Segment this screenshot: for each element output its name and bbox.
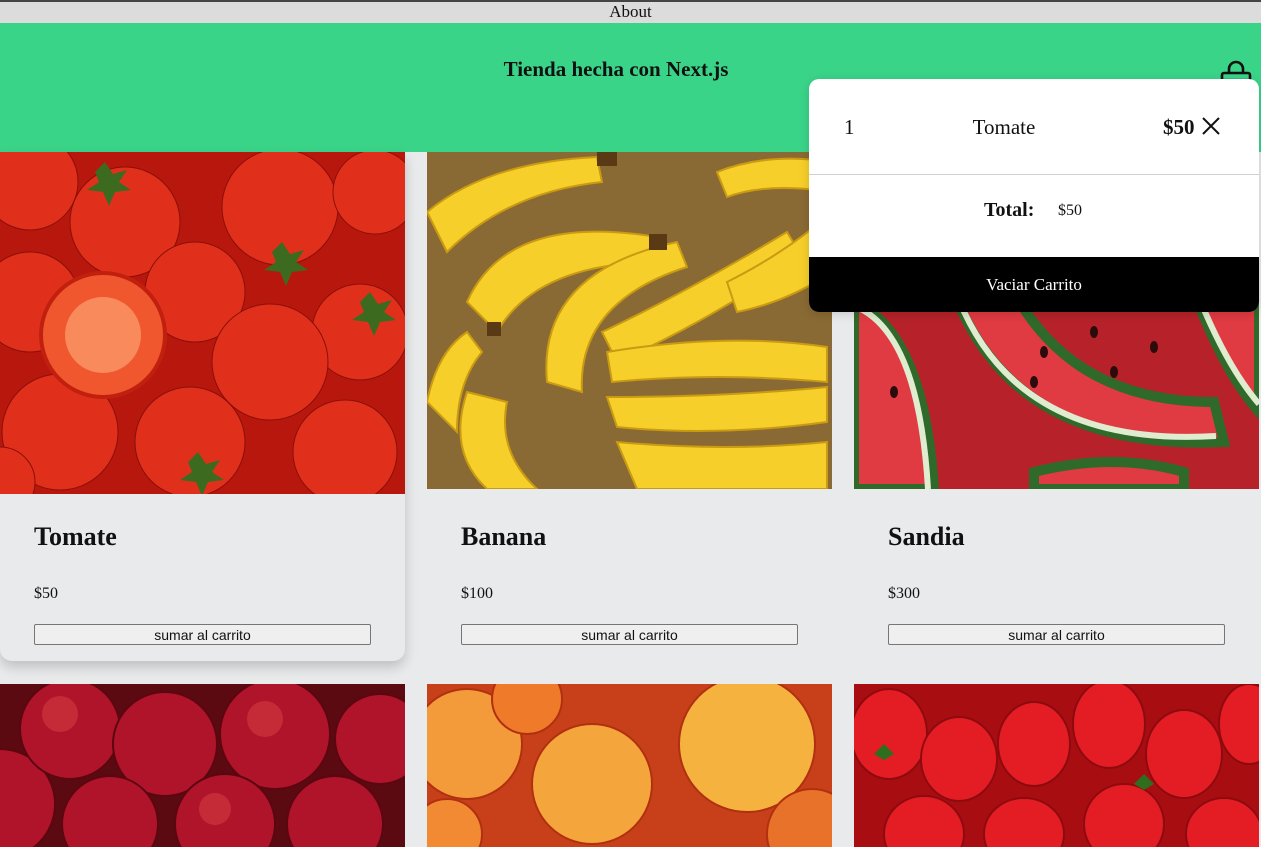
product-price: $300 [888, 585, 920, 602]
cart-total-label: Total: [984, 199, 1035, 221]
product-price: $50 [34, 585, 58, 602]
product-name: Sandia [888, 522, 965, 551]
cart-item-name: Tomate [972, 115, 1036, 139]
cart-item: 1 Tomate $50 [809, 79, 1259, 175]
product-image [0, 152, 405, 494]
product-image [854, 684, 1259, 847]
add-to-cart-button[interactable]: sumar al carrito [34, 624, 371, 645]
product-image [427, 684, 832, 847]
cart-total: Total: $50 [809, 199, 1259, 223]
product-card [427, 684, 832, 847]
product-name: Banana [461, 522, 547, 551]
product-card: Tomate $50 sumar al carrito [0, 152, 405, 661]
product-name: Tomate [34, 522, 117, 551]
product-price: $100 [461, 585, 493, 602]
product-image [0, 684, 405, 847]
product-image [427, 152, 832, 489]
clear-cart-button[interactable]: Vaciar Carrito [809, 257, 1259, 312]
cart-item-qty: 1 [844, 115, 855, 139]
product-card: Banana $100 sumar al carrito [427, 152, 832, 661]
top-nav: About [0, 0, 1261, 23]
product-card [0, 684, 405, 847]
cart-panel: 1 Tomate $50 Total: $50 Vaciar Carrito [809, 79, 1259, 312]
close-icon[interactable] [1201, 116, 1221, 136]
add-to-cart-button[interactable]: sumar al carrito [888, 624, 1225, 645]
product-card [854, 684, 1259, 847]
cart-total-value: $50 [1058, 202, 1082, 219]
about-link[interactable]: About [609, 2, 652, 21]
add-to-cart-button[interactable]: sumar al carrito [461, 624, 798, 645]
cart-item-price: $50 [1163, 115, 1195, 139]
